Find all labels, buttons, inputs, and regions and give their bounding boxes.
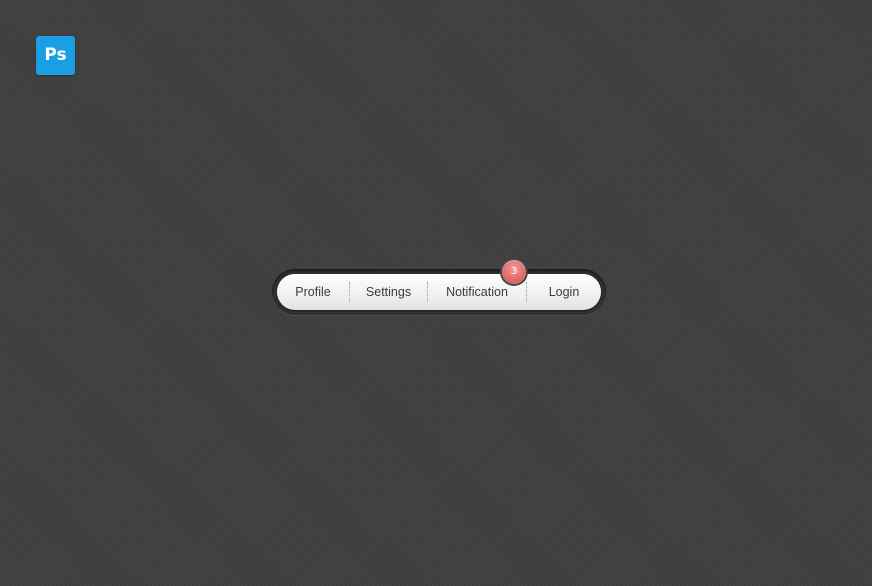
nav-item-settings[interactable]: Settings: [350, 274, 427, 310]
nav-item-profile-label: Profile: [295, 285, 331, 299]
nav-item-login[interactable]: Login: [527, 274, 601, 310]
nav-item-settings-label: Settings: [365, 285, 412, 299]
nav-item-notification-label: Notification: [446, 285, 508, 299]
pill-nav-bar: Profile Settings Notification Login: [277, 274, 601, 310]
nav-item-login-label: Login: [548, 285, 580, 299]
photoshop-logo-icon: Ps: [36, 36, 75, 75]
nav-item-profile[interactable]: Profile: [277, 274, 349, 310]
notification-count-badge: 3: [502, 260, 526, 284]
